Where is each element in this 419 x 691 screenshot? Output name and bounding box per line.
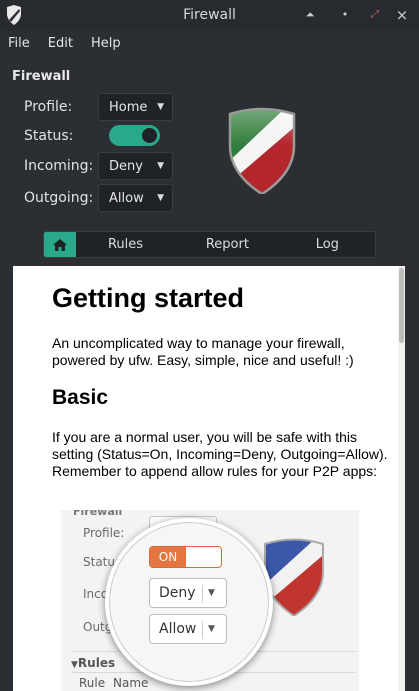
chevron-down-icon: ▼ — [157, 102, 164, 112]
minimize-icon[interactable]: • — [337, 7, 353, 23]
outgoing-label: Outgoing: — [24, 190, 94, 206]
home-icon — [52, 238, 67, 251]
incoming-value: Deny — [109, 158, 143, 174]
tab-home[interactable] — [44, 232, 76, 257]
status-toggle[interactable] — [109, 125, 160, 146]
help-content[interactable]: Getting started An uncomplicated way to … — [13, 266, 405, 691]
preview-status-on: ON — [150, 547, 186, 567]
preview-firewall: Firewall — [73, 510, 123, 518]
chevron-down-icon: ▼ — [157, 161, 164, 171]
profile-value: Home — [109, 99, 148, 115]
menu-edit[interactable]: Edit — [48, 36, 73, 51]
window-title: Firewall — [183, 7, 236, 23]
status-label: Status: — [24, 128, 74, 144]
tab-log[interactable]: Log — [280, 232, 375, 257]
app-shield-icon — [7, 5, 21, 25]
toggle-knob — [142, 128, 157, 143]
preview-image: Firewall Profile: Status: Incoming: Outg… — [61, 510, 359, 691]
section-title: Firewall — [12, 69, 71, 84]
combo-separator — [202, 621, 203, 639]
incoming-label: Incoming: — [24, 158, 94, 174]
preview-profile-label: Profile: — [83, 526, 125, 540]
preview-rules-header: ▼Rules — [71, 656, 116, 670]
tab-report[interactable]: Report — [175, 232, 279, 257]
preview-outgoing-value: Allow — [159, 621, 197, 637]
preview-outgoing-select: Allow ▼ — [149, 614, 227, 644]
keep-above-icon[interactable]: ⏶ — [302, 7, 318, 23]
close-icon[interactable]: × — [394, 7, 410, 23]
maximize-icon[interactable]: ⤢ — [367, 7, 383, 23]
incoming-select[interactable]: Deny ▼ — [98, 152, 173, 180]
outgoing-value: Allow — [109, 190, 144, 206]
doc-subtitle: Basic — [52, 386, 109, 409]
tab-rules[interactable]: Rules — [76, 232, 175, 257]
menu-file[interactable]: File — [8, 36, 30, 51]
chevron-down-icon: ▼ — [157, 193, 164, 203]
caret-down-icon: ▼ — [71, 660, 78, 670]
doc-intro: An uncomplicated way to manage your fire… — [52, 335, 354, 368]
doc-basic-text: If you are a normal user, you will be sa… — [52, 429, 388, 479]
chevron-down-icon: ▼ — [208, 588, 215, 598]
preview-incoming-value: Deny — [159, 585, 196, 601]
menu-bar: File Edit Help — [0, 30, 419, 56]
firewall-shield-logo — [228, 107, 296, 194]
preview-incoming-select: Deny ▼ — [149, 578, 227, 608]
preview-status-toggle: ON — [149, 546, 222, 568]
outgoing-select[interactable]: Allow ▼ — [98, 184, 173, 212]
chevron-down-icon: ▼ — [208, 624, 215, 634]
profile-label: Profile: — [24, 99, 73, 115]
menu-help[interactable]: Help — [91, 36, 121, 51]
title-bar: Firewall ⏶ • ⤢ × — [0, 0, 419, 30]
preview-col-rule: Rule — [79, 676, 106, 690]
preview-col-name: Name — [113, 676, 149, 690]
profile-select[interactable]: Home ▼ — [98, 93, 173, 121]
combo-separator — [202, 585, 203, 603]
tab-bar: Rules Report Log — [43, 231, 376, 258]
scrollbar-thumb[interactable] — [399, 268, 404, 343]
doc-title: Getting started — [52, 283, 245, 313]
